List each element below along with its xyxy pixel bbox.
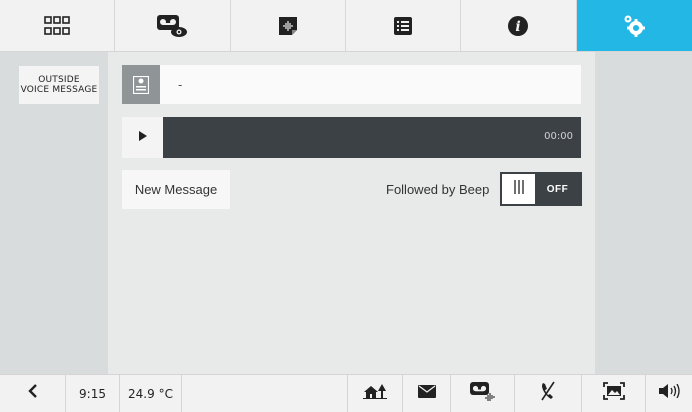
list-icon [393,16,413,36]
left-sidebar: OUTSIDE VOICE MESSAGE [0,52,108,374]
message-select-row[interactable]: - [122,65,581,104]
message-name: - [178,77,183,92]
audio-file-icon [278,16,298,36]
home-tree-icon [363,383,387,404]
beep-toggle[interactable]: OFF [500,172,582,206]
voicemail-audio-icon [469,381,496,406]
back-button[interactable] [0,375,66,412]
info-icon: i [507,15,529,37]
playback-progress-bar[interactable]: 00:00 [163,117,581,158]
voicemail-view-icon [156,13,188,39]
envelope-icon [417,384,436,403]
playback-time: 00:00 [544,131,573,142]
phone-muted-icon [540,381,556,406]
play-icon [138,129,148,147]
toggle-knob [502,174,535,204]
voicemail-button[interactable] [451,375,515,412]
tab-info[interactable]: i [461,0,577,51]
sidebar-item-label-line2: VOICE MESSAGE [20,85,98,95]
sidebar-item-label-line1: OUTSIDE [38,75,80,85]
messages-button[interactable] [403,375,451,412]
bottom-status-bar: 9:15 24.9 °C [0,374,692,412]
tab-audio-files[interactable] [231,0,346,51]
speaker-icon [658,383,680,403]
tab-list[interactable] [346,0,462,51]
tab-voicemail-view[interactable] [115,0,231,51]
followed-by-beep-label: Followed by Beep [386,182,490,197]
grid-icon [44,15,70,36]
toggle-state-label: OFF [535,174,580,204]
contact-card-icon [122,65,160,104]
tab-settings[interactable] [576,0,692,51]
main-panel: - 00:00 New Message Followed by Beep OFF [108,52,595,374]
mute-call-button[interactable] [515,375,582,412]
tab-apps[interactable] [0,0,116,51]
temperature: 24.9 °C [120,375,182,412]
play-button[interactable] [122,117,163,158]
right-panel [595,52,692,374]
status-spacer [182,375,348,412]
top-tab-bar: i [0,0,692,52]
screen-button[interactable] [582,375,646,412]
grip-icon [513,179,525,200]
fullscreen-image-icon [602,382,625,405]
home-away-button[interactable] [348,375,403,412]
settings-icon [622,14,646,38]
chevron-left-icon [27,384,38,403]
audio-player: 00:00 [122,117,581,158]
volume-button[interactable] [646,375,692,412]
svg-text:i: i [516,19,521,35]
sidebar-item-outside-voice-message[interactable]: OUTSIDE VOICE MESSAGE [19,66,99,104]
clock: 9:15 [66,375,120,412]
new-message-button[interactable]: New Message [122,170,230,209]
